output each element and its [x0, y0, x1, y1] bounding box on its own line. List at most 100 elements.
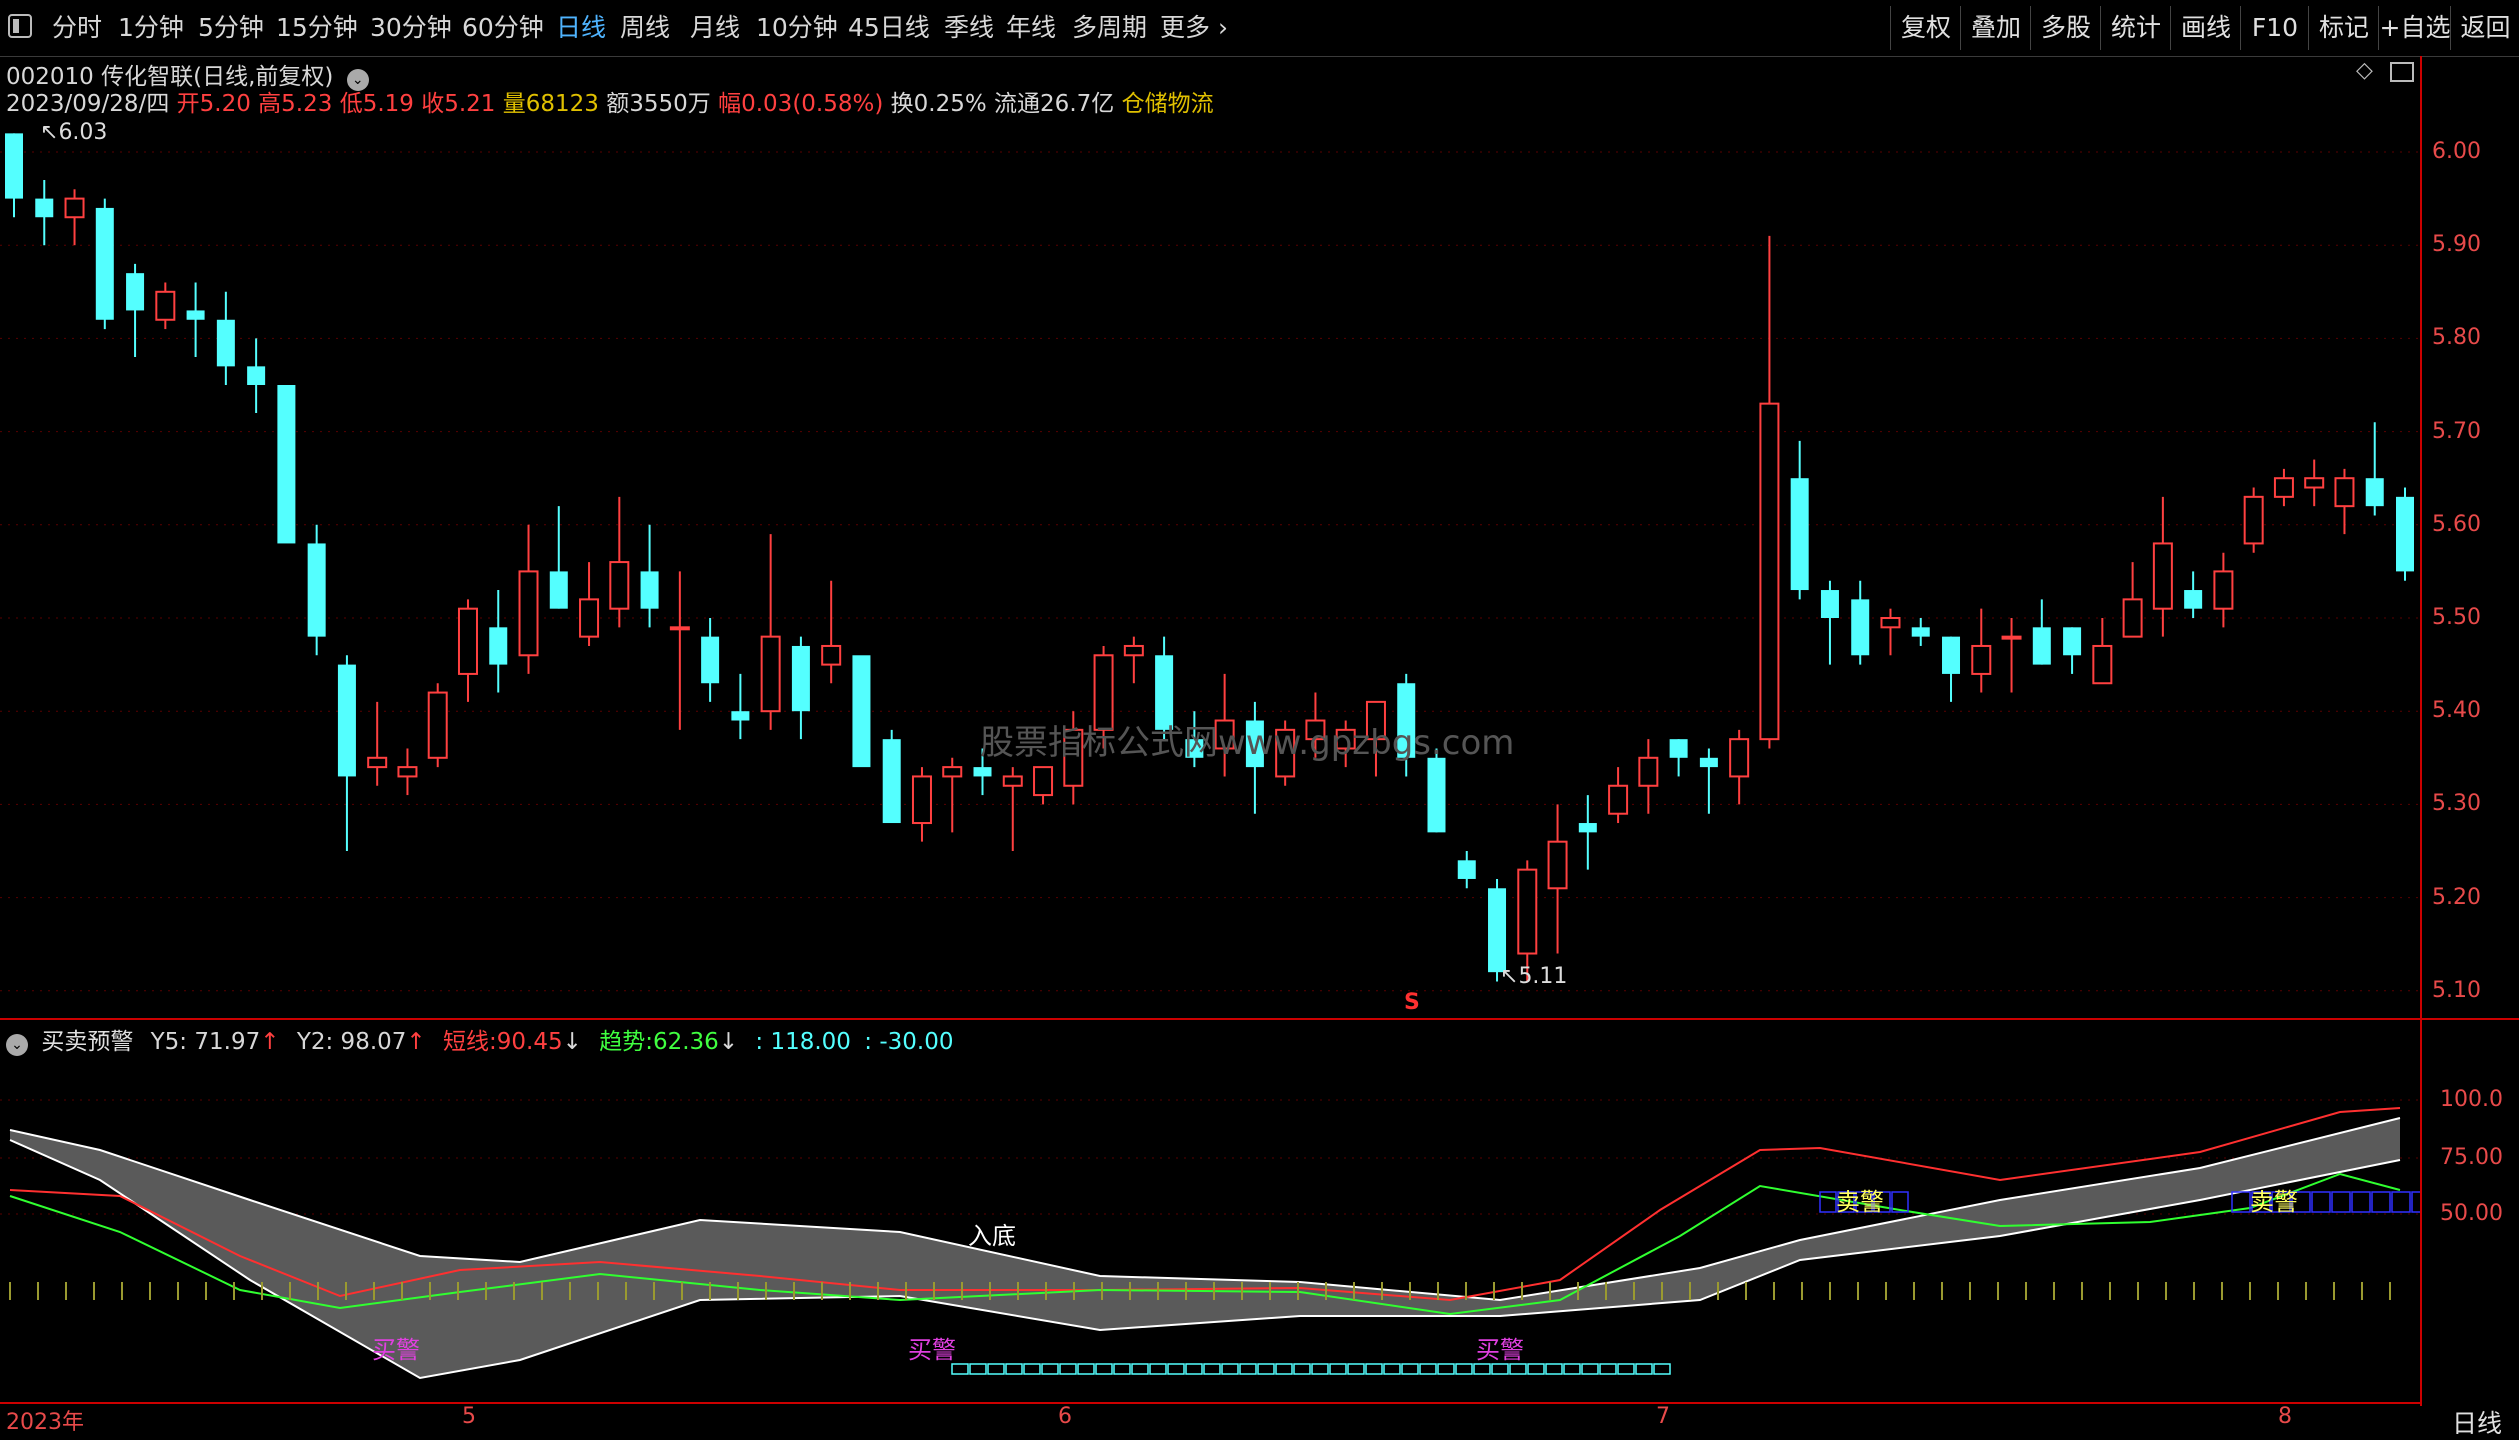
candle-body-up [1759, 402, 1780, 741]
buy-zone-cell [1239, 1363, 1257, 1375]
candle-body-up [397, 766, 418, 778]
candle-body-down [1790, 478, 1809, 591]
period-tab-2[interactable]: 5分钟 [198, 10, 264, 46]
tool-button-7[interactable]: +自选 [2378, 6, 2451, 50]
candle-body-up [1123, 644, 1144, 657]
trend-value: 62.36 [652, 1029, 719, 1055]
indicator-annotation: 买警 [1476, 1336, 1524, 1364]
buy-zone-cell [1113, 1363, 1131, 1375]
price-chart[interactable]: 入底买警 买警 买警 卖警 卖警 股票指标公式网www.gpzbgs.com [0, 56, 2420, 1402]
menu-toggle-icon[interactable] [8, 14, 32, 38]
tool-button-4[interactable]: 画线 [2170, 6, 2241, 50]
candle-body-up [760, 635, 781, 713]
period-tab-5[interactable]: 60分钟 [462, 10, 544, 46]
buy-zone-cell [1563, 1363, 1581, 1375]
period-tab-10[interactable]: 45日线 [848, 10, 930, 46]
tool-button-2[interactable]: 多股 [2030, 6, 2101, 50]
buy-zone-cell [1509, 1363, 1527, 1375]
candle-body-up [1971, 644, 1992, 675]
buy-zone-cell [1167, 1363, 1185, 1375]
candle-body-down [731, 711, 750, 721]
indicator-chevron-icon[interactable]: ⌄ [6, 1034, 28, 1056]
buy-zone-cell [1491, 1363, 1509, 1375]
buy-zone-cell [1311, 1363, 1329, 1375]
price-tick-label: 5.70 [2432, 418, 2481, 444]
x-tick-label: 8 [2278, 1404, 2292, 1429]
indicator-tick-label: 50.00 [2440, 1201, 2503, 1226]
short-label: 短线: [443, 1029, 497, 1055]
buy-zone-cell [1545, 1363, 1563, 1375]
buy-zone-cell [1365, 1363, 1383, 1375]
candle-body-down [852, 655, 871, 768]
period-tab-1[interactable]: 1分钟 [118, 10, 184, 46]
high-marker: ↖6.03 [40, 120, 108, 145]
tool-button-0[interactable]: 复权 [1890, 6, 1961, 50]
period-tab-0[interactable]: 分时 [52, 10, 102, 46]
candle-body-down [247, 366, 266, 385]
candle-body-down [1820, 590, 1839, 618]
period-tab-8[interactable]: 月线 [690, 10, 740, 46]
candle-body-up [1033, 766, 1054, 797]
period-tab-14[interactable]: 更多 › [1160, 10, 1228, 46]
candle-body-down [1578, 823, 1597, 833]
indicator-y5: Y5: 71.97 [150, 1029, 261, 1055]
right-period-tab[interactable]: 日线 [2452, 1404, 2502, 1440]
sell-zone-cell [2331, 1191, 2351, 1213]
buy-zone-cell [987, 1363, 1005, 1375]
candle-body-down [2032, 627, 2051, 665]
candle-body-down [5, 133, 23, 199]
indicator-name[interactable]: 买卖预警 [41, 1029, 133, 1055]
candle-body-down [549, 571, 568, 609]
candle-body-down [1911, 627, 1930, 637]
tool-button-5[interactable]: F10 [2240, 6, 2309, 50]
buy-zone-cell [1527, 1363, 1545, 1375]
x-tick-label: 5 [462, 1404, 476, 1429]
candle-body-up [2334, 477, 2355, 508]
tool-button-3[interactable]: 统计 [2100, 6, 2171, 50]
period-tab-6[interactable]: 日线 [556, 10, 606, 46]
period-tab-7[interactable]: 周线 [620, 10, 670, 46]
buy-zone-cell [1473, 1363, 1491, 1375]
buy-zone-cell [1455, 1363, 1473, 1375]
buy-zone-cell [1041, 1363, 1059, 1375]
candle-body-up [942, 766, 963, 778]
period-toolbar: 分时 1分钟 5分钟 15分钟 30分钟 60分钟 日线 周线 月线 10分钟 45日线 季线 年线 多周… [0, 0, 2519, 57]
candle-body-down [1457, 860, 1476, 879]
down-arrow-icon: ↓ [718, 1029, 739, 1055]
buy-zone-cell [951, 1363, 969, 1375]
candle-body-down [1699, 757, 1718, 768]
period-tab-3[interactable]: 15分钟 [276, 10, 358, 46]
high-marker-value: 6.03 [58, 120, 108, 145]
price-tick-label: 5.40 [2432, 698, 2481, 724]
period-tab-12[interactable]: 年线 [1006, 10, 1056, 46]
tool-button-8[interactable]: 返回 [2450, 6, 2519, 50]
x-tick-label: 2023年 [6, 1410, 84, 1435]
buy-zone-cell [1131, 1363, 1149, 1375]
candle-body-up [2001, 635, 2022, 640]
candle-body-up [1002, 775, 1023, 787]
tool-button-1[interactable]: 叠加 [1960, 6, 2031, 50]
buy-zone-cell [969, 1363, 987, 1375]
buy-zone-cell [1005, 1363, 1023, 1375]
candle-body-down [2396, 496, 2414, 572]
period-tab-11[interactable]: 季线 [944, 10, 994, 46]
candle-body-down [1942, 636, 1961, 674]
buy-zone-cell [1221, 1363, 1239, 1375]
candle-body-down [186, 310, 205, 320]
buy-zone-cell [1329, 1363, 1347, 1375]
buy-zone-cell [1077, 1363, 1095, 1375]
watermark: 股票指标公式网www.gpzbgs.com [980, 723, 1514, 763]
candle-body-down [882, 739, 901, 824]
price-tick-label: 5.90 [2432, 232, 2481, 258]
period-tab-4[interactable]: 30分钟 [370, 10, 452, 46]
price-tick-label: 5.20 [2432, 884, 2481, 910]
candle-body-up [2304, 477, 2325, 489]
period-tab-13[interactable]: 多周期 [1072, 10, 1147, 46]
candle-body-up [2152, 542, 2173, 610]
tool-button-6[interactable]: 标记 [2308, 6, 2379, 50]
pane-divider[interactable] [0, 1018, 2519, 1020]
candle-body-up [579, 598, 600, 638]
candle-body-down [2365, 478, 2384, 507]
period-tab-9[interactable]: 10分钟 [756, 10, 838, 46]
candle-body-up [2092, 644, 2113, 685]
